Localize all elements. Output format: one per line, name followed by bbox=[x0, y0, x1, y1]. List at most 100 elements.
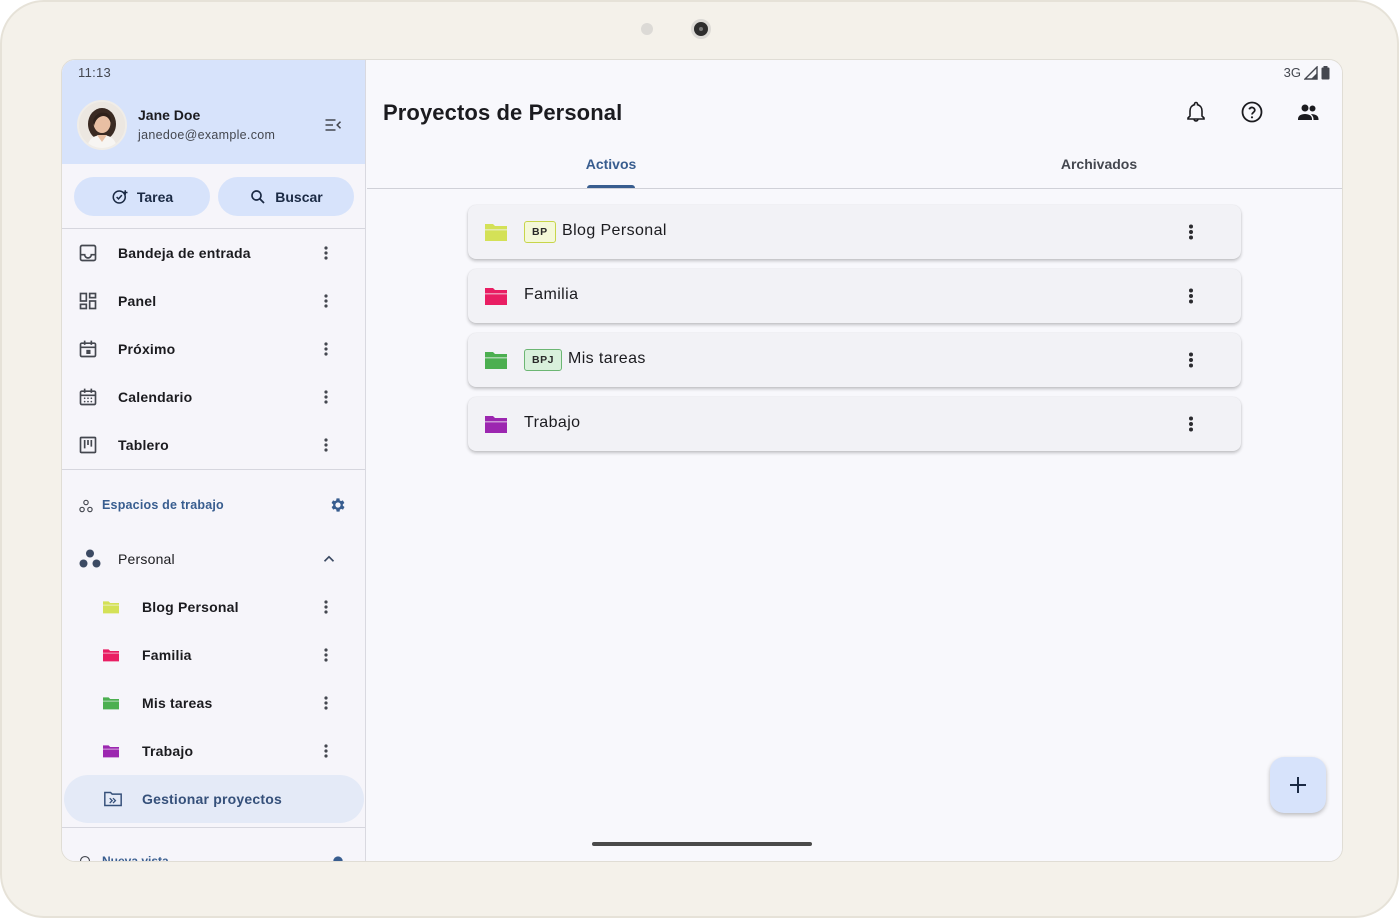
nav-item-upcoming[interactable]: Próximo bbox=[62, 325, 365, 373]
more-vert-icon[interactable] bbox=[316, 433, 336, 457]
battery-icon bbox=[1321, 65, 1330, 79]
add-task-icon bbox=[112, 189, 128, 204]
project-card-trabajo[interactable]: Trabajo bbox=[468, 397, 1241, 451]
folder-icon bbox=[485, 288, 507, 305]
search-label: Buscar bbox=[275, 188, 323, 205]
tablet-frame: 11:13 Jane Doe janedoe@example.com Tarea… bbox=[0, 0, 1399, 918]
folder-icon bbox=[485, 224, 507, 241]
project-card-blog-personal[interactable]: BP Blog Personal bbox=[468, 205, 1241, 259]
active-tab-indicator bbox=[587, 185, 635, 188]
dashboard-icon bbox=[79, 292, 97, 310]
gesture-home-bar[interactable] bbox=[592, 842, 812, 846]
collapse-drawer-icon[interactable] bbox=[322, 115, 344, 135]
workspace-name: Personal bbox=[118, 551, 175, 567]
status-bar-right: 3G bbox=[1284, 65, 1330, 80]
project-name: Mis tareas bbox=[568, 350, 646, 367]
nav-item-inbox[interactable]: Bandeja de entrada bbox=[62, 229, 365, 277]
folder-icon bbox=[485, 352, 507, 369]
partial-section-header: Nueva vista bbox=[62, 850, 365, 862]
sensor-dot bbox=[641, 23, 653, 35]
manage-projects-button[interactable]: Gestionar proyectos bbox=[64, 775, 364, 823]
workspace-icon bbox=[79, 549, 101, 568]
user-name: Jane Doe bbox=[138, 107, 201, 123]
workspace-personal[interactable]: Personal bbox=[62, 535, 365, 583]
more-vert-icon[interactable] bbox=[316, 241, 336, 265]
more-vert-icon[interactable] bbox=[316, 643, 336, 667]
camera-lens bbox=[691, 19, 711, 39]
upcoming-icon bbox=[79, 340, 97, 358]
inbox-icon bbox=[79, 244, 97, 262]
folder-icon bbox=[103, 601, 119, 614]
search-icon bbox=[251, 189, 265, 204]
nav-item-label: Panel bbox=[118, 293, 157, 309]
more-vert-icon[interactable] bbox=[316, 691, 336, 715]
project-label: Blog Personal bbox=[142, 599, 239, 615]
workspaces-header: Espacios de trabajo bbox=[62, 485, 365, 525]
screen: 11:13 Jane Doe janedoe@example.com Tarea… bbox=[61, 59, 1343, 862]
navigation-drawer: 11:13 Jane Doe janedoe@example.com Tarea… bbox=[62, 60, 366, 862]
board-icon bbox=[79, 436, 97, 454]
more-vert-icon[interactable] bbox=[316, 739, 336, 763]
nav-item-calendar[interactable]: Calendario bbox=[62, 373, 365, 421]
more-vert-icon[interactable] bbox=[316, 337, 336, 361]
project-name: Blog Personal bbox=[562, 222, 667, 239]
signal-icon bbox=[1304, 65, 1318, 80]
user-email: janedoe@example.com bbox=[138, 128, 276, 142]
nav-item-label: Bandeja de entrada bbox=[118, 245, 251, 261]
more-vert-icon[interactable] bbox=[1181, 348, 1201, 372]
partial-section-label: Nueva vista bbox=[102, 854, 169, 862]
divider bbox=[62, 469, 365, 470]
more-vert-icon[interactable] bbox=[316, 595, 336, 619]
new-task-label: Tarea bbox=[136, 188, 174, 205]
sidebar-project-familia[interactable]: Familia bbox=[62, 631, 365, 679]
project-name: Familia bbox=[524, 286, 579, 303]
sidebar-project-mis-tareas[interactable]: Mis tareas bbox=[62, 679, 365, 727]
sidebar-project-trabajo[interactable]: Trabajo bbox=[62, 727, 365, 775]
plus-icon bbox=[1290, 777, 1306, 793]
tab-archivados[interactable]: Archivados bbox=[855, 148, 1342, 188]
project-label: Trabajo bbox=[142, 743, 194, 759]
project-card-familia[interactable]: Familia bbox=[468, 269, 1241, 323]
settings-gear-icon[interactable] bbox=[329, 496, 347, 514]
workspaces-icon bbox=[79, 499, 93, 513]
more-vert-icon[interactable] bbox=[316, 289, 336, 313]
chevron-up-icon[interactable] bbox=[320, 550, 338, 568]
project-card-mis-tareas[interactable]: BPJ Mis tareas bbox=[468, 333, 1241, 387]
folder-icon bbox=[485, 416, 507, 433]
tab-activos[interactable]: Activos bbox=[367, 148, 855, 188]
help-icon[interactable] bbox=[1240, 100, 1264, 124]
project-name: Trabajo bbox=[524, 414, 581, 431]
main-content: 3G Proyectos de Personal Activos Archiva… bbox=[367, 60, 1342, 861]
network-type: 3G bbox=[1283, 65, 1301, 80]
nav-item-board[interactable]: Tablero bbox=[62, 421, 365, 469]
divider bbox=[62, 827, 365, 828]
project-badge: BPJ bbox=[524, 349, 562, 371]
sidebar-project-blog-personal[interactable]: Blog Personal bbox=[62, 583, 365, 631]
new-task-button[interactable]: Tarea bbox=[74, 177, 210, 216]
more-vert-icon[interactable] bbox=[1181, 220, 1201, 244]
notifications-bell-icon[interactable] bbox=[1184, 100, 1208, 124]
avatar[interactable] bbox=[77, 100, 127, 150]
project-label: Mis tareas bbox=[142, 695, 213, 711]
avatar-image bbox=[79, 102, 125, 148]
add-project-fab[interactable] bbox=[1270, 757, 1326, 813]
more-vert-icon[interactable] bbox=[316, 385, 336, 409]
settings-gear-icon[interactable] bbox=[331, 854, 345, 862]
drawer-header: 11:13 Jane Doe janedoe@example.com bbox=[62, 60, 365, 164]
nav-item-label: Próximo bbox=[118, 341, 176, 357]
page-title: Proyectos de Personal bbox=[383, 100, 623, 125]
manage-folder-icon bbox=[104, 791, 122, 807]
more-vert-icon[interactable] bbox=[1181, 284, 1201, 308]
workspaces-title: Espacios de trabajo bbox=[102, 498, 224, 512]
nav-item-label: Tablero bbox=[118, 437, 169, 453]
search-button[interactable]: Buscar bbox=[218, 177, 354, 216]
people-icon[interactable] bbox=[1296, 100, 1320, 124]
project-label: Familia bbox=[142, 647, 192, 663]
more-vert-icon[interactable] bbox=[1181, 412, 1201, 436]
nav-item-panel[interactable]: Panel bbox=[62, 277, 365, 325]
nav-item-label: Calendario bbox=[118, 389, 193, 405]
folder-icon bbox=[103, 745, 119, 758]
tab-bar: Activos Archivados bbox=[367, 148, 1342, 189]
status-time: 11:13 bbox=[78, 65, 112, 80]
views-icon bbox=[79, 855, 91, 861]
